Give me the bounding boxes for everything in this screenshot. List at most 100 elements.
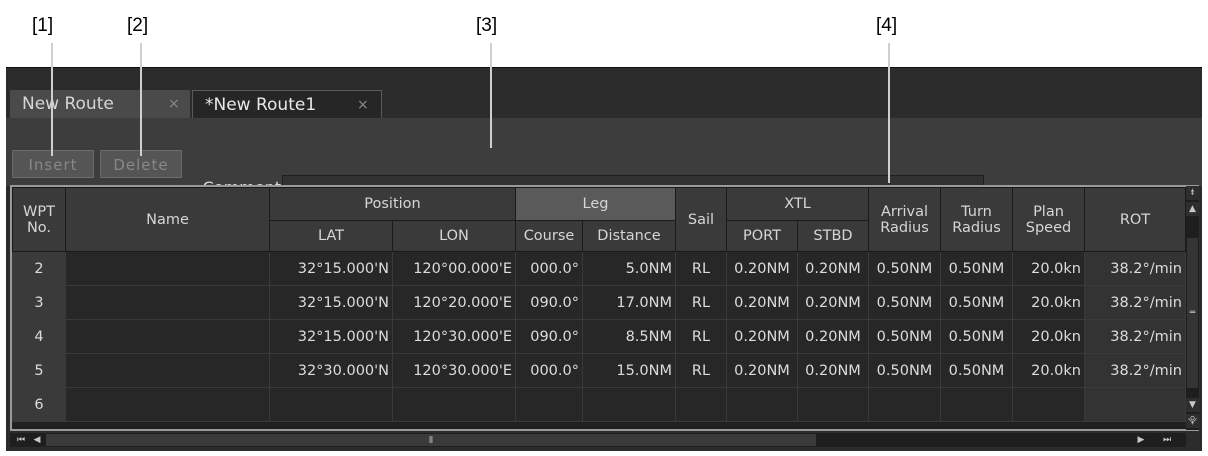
scroll-top-icon[interactable]: ⯒ — [1186, 186, 1199, 200]
cell-stbd[interactable] — [797, 387, 869, 422]
cell-lon[interactable]: 120°00.000'E — [392, 251, 516, 286]
header-plan-speed: Plan Speed — [1012, 187, 1085, 252]
cell-name[interactable] — [65, 285, 270, 320]
cell-course[interactable]: 090.0° — [515, 319, 583, 354]
table-row[interactable]: 5 32°30.000'N 120°30.000'E 000.0° 15.0NM RL 0.… — [12, 353, 1186, 388]
cell-lat[interactable]: 32°15.000'N — [269, 319, 393, 354]
header-port: PORT — [726, 220, 798, 252]
waypoint-table-frame: WPT No. Name Position Leg Sail XTL Arriv… — [10, 185, 1199, 431]
scroll-up-icon[interactable]: ▲ — [1186, 202, 1199, 216]
cell-lat[interactable]: 32°30.000'N — [269, 353, 393, 388]
cell-turn-radius[interactable]: 0.50NM — [940, 285, 1013, 320]
cell-plan-speed[interactable]: 20.0kn — [1012, 353, 1085, 388]
cell-stbd[interactable]: 0.20NM — [797, 285, 869, 320]
cell-distance[interactable]: 8.5NM — [582, 319, 676, 354]
cell-wpt-no[interactable]: 2 — [12, 251, 66, 286]
cell-lon[interactable]: 120°20.000'E — [392, 285, 516, 320]
table-row[interactable]: 3 32°15.000'N 120°20.000'E 090.0° 17.0NM RL 0.… — [12, 285, 1186, 320]
cell-plan-speed[interactable]: 20.0kn — [1012, 285, 1085, 320]
cell-stbd[interactable]: 0.20NM — [797, 251, 869, 286]
cell-sail[interactable]: RL — [675, 285, 727, 320]
cell-port[interactable] — [726, 387, 798, 422]
scroll-last-icon[interactable]: ⏭ — [1160, 433, 1174, 447]
scroll-bottom-icon[interactable]: ⯓ — [1186, 414, 1199, 428]
cell-arrival-radius[interactable]: 0.50NM — [868, 319, 941, 354]
tab-new-route1[interactable]: *New Route1 × — [192, 90, 382, 118]
header-stbd: STBD — [797, 220, 869, 252]
cell-port[interactable]: 0.20NM — [726, 285, 798, 320]
cell-sail[interactable]: RL — [675, 353, 727, 388]
cell-rot[interactable]: 38.2°/min — [1084, 353, 1186, 388]
scroll-first-icon[interactable]: ⏮ — [14, 433, 28, 447]
grip-icon: ⦀ — [429, 436, 433, 446]
cell-rot[interactable]: 38.2°/min — [1084, 285, 1186, 320]
cell-lon[interactable]: 120°30.000'E — [392, 319, 516, 354]
table-row[interactable]: 2 32°15.000'N 120°00.000'E 000.0° 5.0NM RL 0.2… — [12, 251, 1186, 286]
cell-lon[interactable] — [392, 387, 516, 422]
cell-lat[interactable]: 32°15.000'N — [269, 285, 393, 320]
cell-lat[interactable]: 32°15.000'N — [269, 251, 393, 286]
cell-plan-speed[interactable] — [1012, 387, 1085, 422]
cell-plan-speed[interactable]: 20.0kn — [1012, 251, 1085, 286]
cell-distance[interactable]: 15.0NM — [582, 353, 676, 388]
close-icon[interactable]: × — [357, 91, 369, 119]
cell-course[interactable] — [515, 387, 583, 422]
cell-turn-radius[interactable] — [940, 387, 1013, 422]
horizontal-scrollbar[interactable]: ⏮ ◀ ⦀ ▶ ⏭ — [10, 433, 1186, 447]
cell-arrival-radius[interactable] — [868, 387, 941, 422]
cell-stbd[interactable]: 0.20NM — [797, 353, 869, 388]
cell-distance[interactable] — [582, 387, 676, 422]
cell-port[interactable]: 0.20NM — [726, 251, 798, 286]
scroll-left-icon[interactable]: ◀ — [30, 433, 44, 447]
cell-stbd[interactable]: 0.20NM — [797, 319, 869, 354]
cell-wpt-no[interactable]: 4 — [12, 319, 66, 354]
callout-2-leader — [140, 43, 142, 156]
cell-arrival-radius[interactable]: 0.50NM — [868, 285, 941, 320]
cell-course[interactable]: 000.0° — [515, 251, 583, 286]
cell-rot[interactable]: 38.2°/min — [1084, 319, 1186, 354]
cell-course[interactable]: 090.0° — [515, 285, 583, 320]
route-editor-panel: New Route × *New Route1 × Comment Insert… — [6, 67, 1202, 451]
table-row[interactable]: 6 — [12, 387, 1186, 422]
cell-sail[interactable]: RL — [675, 319, 727, 354]
cell-lat[interactable] — [269, 387, 393, 422]
cell-name[interactable] — [65, 319, 270, 354]
horizontal-scroll-thumb[interactable]: ⦀ — [46, 434, 816, 446]
close-icon[interactable]: × — [168, 90, 180, 118]
vertical-scroll-thumb[interactable]: ═ — [1187, 238, 1198, 388]
cell-wpt-no[interactable]: 3 — [12, 285, 66, 320]
header-sail: Sail — [675, 187, 727, 252]
cell-lon[interactable]: 120°30.000'E — [392, 353, 516, 388]
cell-turn-radius[interactable]: 0.50NM — [940, 319, 1013, 354]
cell-wpt-no[interactable]: 5 — [12, 353, 66, 388]
cell-turn-radius[interactable]: 0.50NM — [940, 251, 1013, 286]
cell-sail[interactable]: RL — [675, 251, 727, 286]
header-wpt-no: WPT No. — [12, 187, 66, 252]
callout-3-leader — [490, 43, 492, 148]
cell-arrival-radius[interactable]: 0.50NM — [868, 353, 941, 388]
cell-plan-speed[interactable]: 20.0kn — [1012, 319, 1085, 354]
cell-name[interactable] — [65, 387, 270, 422]
cell-arrival-radius[interactable]: 0.50NM — [868, 251, 941, 286]
table-row[interactable]: 4 32°15.000'N 120°30.000'E 090.0° 8.5NM RL 0.2… — [12, 319, 1186, 354]
cell-rot[interactable] — [1084, 387, 1186, 422]
waypoint-table: WPT No. Name Position Leg Sail XTL Arriv… — [12, 187, 1186, 422]
cell-wpt-no[interactable]: 6 — [12, 387, 66, 422]
scroll-right-icon[interactable]: ▶ — [1134, 433, 1148, 447]
cell-course[interactable]: 000.0° — [515, 353, 583, 388]
cell-name[interactable] — [65, 353, 270, 388]
cell-port[interactable]: 0.20NM — [726, 319, 798, 354]
cell-rot[interactable]: 38.2°/min — [1084, 251, 1186, 286]
tab-new-route[interactable]: New Route × — [10, 90, 190, 118]
cell-name[interactable] — [65, 251, 270, 286]
cell-sail[interactable] — [675, 387, 727, 422]
scroll-down-icon[interactable]: ▼ — [1186, 398, 1199, 412]
cell-port[interactable]: 0.20NM — [726, 353, 798, 388]
insert-button[interactable]: Insert — [12, 150, 94, 178]
cell-distance[interactable]: 17.0NM — [582, 285, 676, 320]
vertical-scrollbar[interactable]: ⯒ ▲ ═ ▼ ⯓ — [1186, 186, 1199, 430]
route-toolbar: Comment — [6, 118, 1202, 233]
cell-turn-radius[interactable]: 0.50NM — [940, 353, 1013, 388]
cell-distance[interactable]: 5.0NM — [582, 251, 676, 286]
header-turn-radius: Turn Radius — [940, 187, 1013, 252]
